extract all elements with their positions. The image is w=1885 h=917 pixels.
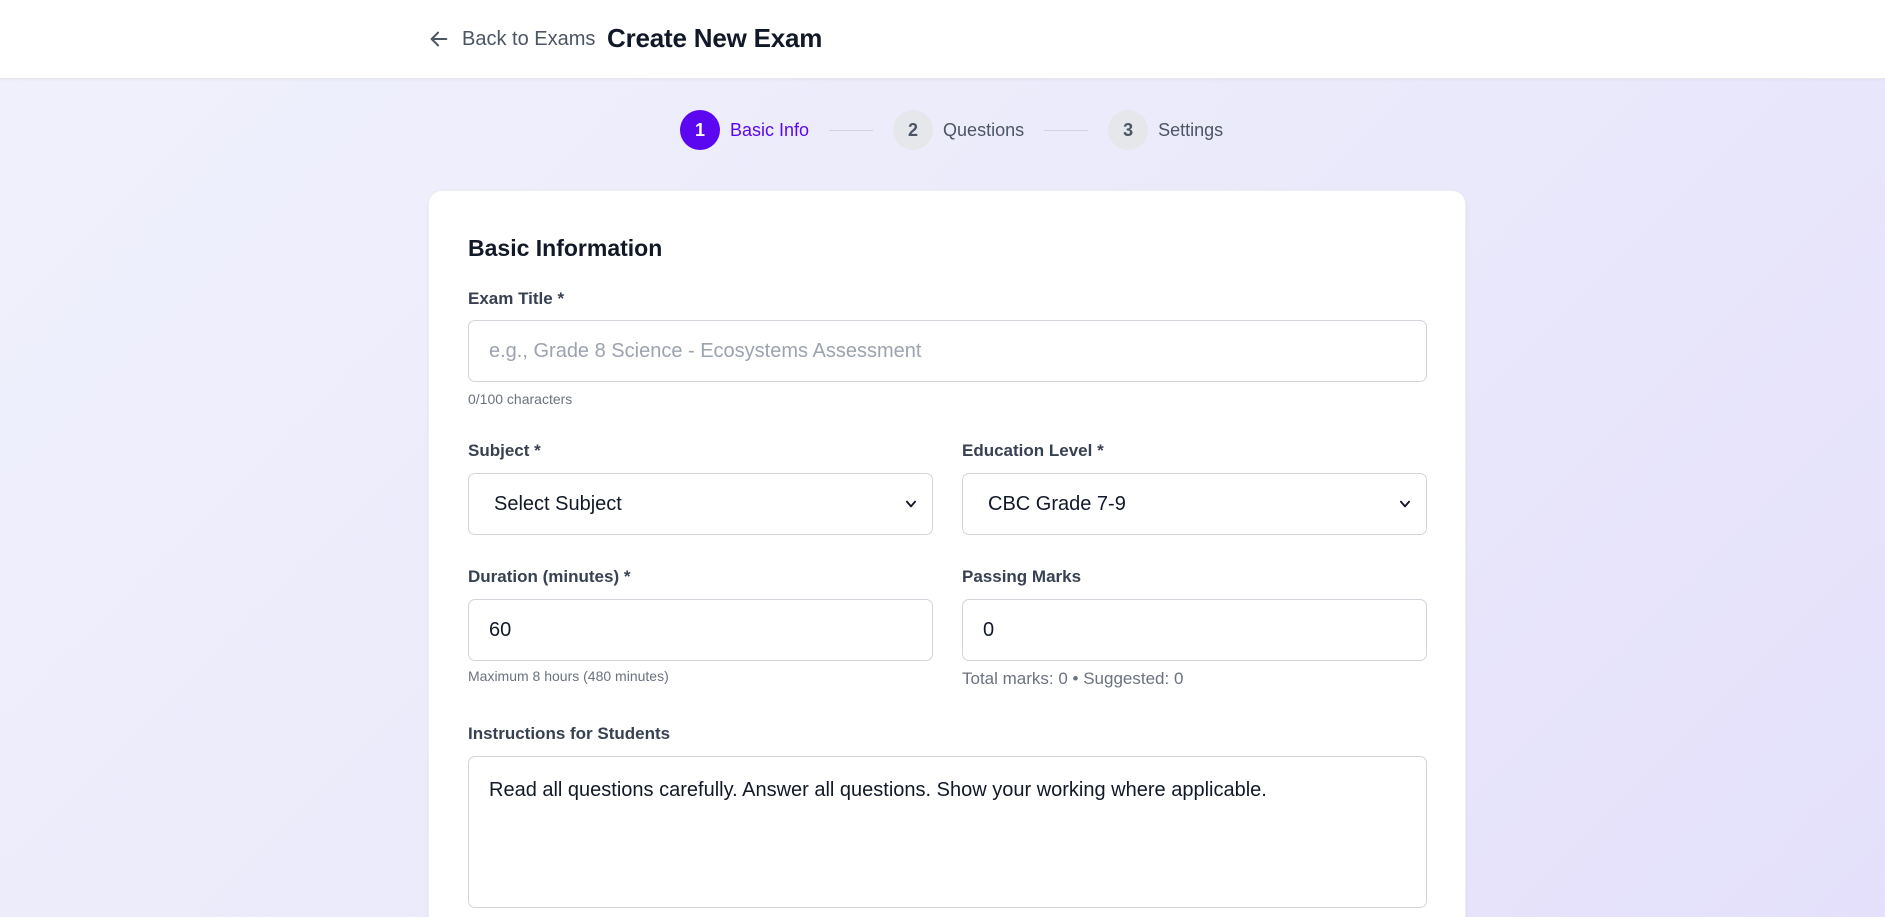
passing-marks-input[interactable]: 0 [962,599,1427,661]
subject-label: Subject * [468,441,541,460]
page-title: Create New Exam [607,23,823,53]
passing-marks-hint: Total marks: 0 • Suggested: 0 [962,669,1184,688]
step-number: 2 [893,110,934,150]
section-title: Basic Information [468,235,663,261]
step-label: Questions [943,119,1025,140]
education-level-select[interactable]: CBC Grade 7-9 [962,473,1427,535]
duration-hint: Maximum 8 hours (480 minutes) [468,668,669,684]
step-number: 3 [1108,110,1149,150]
step-connector [1044,129,1089,131]
basic-info-card: Basic Information Exam Title * e.g., Gra… [428,190,1466,917]
step-label: Settings [1158,119,1224,140]
subject-selected-value: Select Subject [494,492,622,515]
step-number: 1 [680,110,720,150]
exam-title-char-count: 0/100 characters [468,391,573,407]
chevron-down-icon [1399,500,1411,508]
step-connector [829,129,874,131]
exam-title-input[interactable]: e.g., Grade 8 Science - Ecosystems Asses… [468,320,1427,382]
exam-title-label: Exam Title * [468,289,565,308]
step-settings[interactable]: 3 Settings [1108,110,1223,150]
step-label: Basic Info [730,119,810,140]
instructions-label: Instructions for Students [468,724,671,743]
back-link-label: Back to Exams [462,27,596,50]
top-bar: Back to Exams Create New Exam [0,0,1885,79]
exam-title-placeholder: e.g., Grade 8 Science - Ecosystems Asses… [489,339,922,362]
arrow-left-icon [430,31,448,47]
education-level-label: Education Level * [962,441,1104,460]
instructions-textarea[interactable]: Read all questions carefully. Answer all… [468,756,1427,908]
education-level-selected-value: CBC Grade 7-9 [988,492,1126,515]
duration-label: Duration (minutes) * [468,567,631,586]
chevron-down-icon [905,500,917,508]
instructions-value: Read all questions carefully. Answer all… [489,779,1267,801]
subject-select[interactable]: Select Subject [468,473,933,535]
passing-marks-label: Passing Marks [962,567,1082,586]
step-indicator: 1 Basic Info 2 Questions 3 Settings [680,109,1223,151]
step-basic-info[interactable]: 1 Basic Info [680,110,809,150]
passing-marks-value: 0 [983,618,995,641]
step-questions[interactable]: 2 Questions [893,110,1024,150]
back-to-exams-link[interactable]: Back to Exams [428,24,595,54]
duration-value: 60 [489,618,512,641]
duration-input[interactable]: 60 [468,599,933,661]
